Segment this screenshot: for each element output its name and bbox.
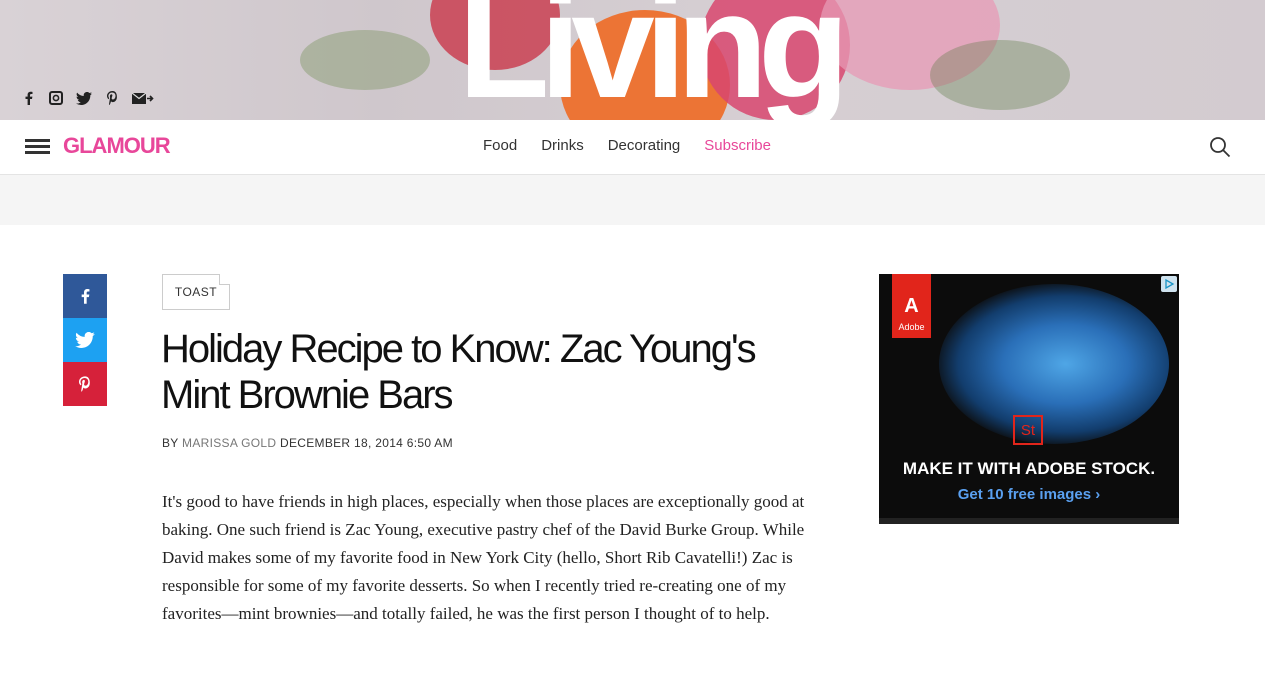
share-facebook-button[interactable] <box>63 274 107 318</box>
living-title: Living <box>458 0 850 120</box>
stock-icon: St <box>1013 415 1043 445</box>
category-tag[interactable]: TOAST <box>162 274 230 310</box>
search-icon[interactable] <box>1208 135 1232 159</box>
share-twitter-button[interactable] <box>63 318 107 362</box>
social-links <box>20 90 154 106</box>
twitter-icon[interactable] <box>76 90 92 106</box>
leaf-decoration <box>300 30 430 90</box>
adobe-logo: A Adobe <box>892 274 931 338</box>
ad-placeholder-strip <box>0 175 1265 225</box>
top-nav: GLAMOUR Food Drinks Decorating Subscribe <box>0 120 1265 175</box>
nav-link-food[interactable]: Food <box>483 137 517 154</box>
nav-link-drinks[interactable]: Drinks <box>541 137 584 154</box>
article-body: It's good to have friends in high places… <box>162 492 805 623</box>
ad-cta[interactable]: Get 10 free images › <box>879 486 1179 503</box>
byline-prefix: BY <box>162 436 179 450</box>
twitter-icon <box>75 332 95 348</box>
nav-links: Food Drinks Decorating Subscribe <box>483 137 771 154</box>
adobe-stock-ad[interactable]: A Adobe St MAKE IT WITH ADOBE STOCK. Get… <box>879 274 1179 524</box>
ad-bottom-bar <box>879 518 1179 524</box>
author-link[interactable]: MARISSA GOLD <box>182 436 276 450</box>
facebook-icon <box>81 289 90 304</box>
nav-link-subscribe[interactable]: Subscribe <box>704 137 771 154</box>
pinterest-icon <box>79 376 90 392</box>
adobe-mark: A <box>904 295 919 317</box>
nav-link-decorating[interactable]: Decorating <box>608 137 681 154</box>
dancer-splash-image <box>939 284 1169 444</box>
instagram-icon[interactable] <box>48 90 64 106</box>
glamour-logo[interactable]: GLAMOUR <box>63 133 171 159</box>
article-headline: Holiday Recipe to Know: Zac Young's Mint… <box>161 327 757 417</box>
facebook-icon[interactable] <box>20 90 36 106</box>
share-buttons <box>63 274 107 406</box>
hero-banner: Living <box>0 0 1265 120</box>
email-icon[interactable] <box>132 90 154 106</box>
ad-headline: MAKE IT WITH ADOBE STOCK. <box>902 459 1156 478</box>
pinterest-icon[interactable] <box>104 90 120 106</box>
publish-date: DECEMBER 18, 2014 6:50 AM <box>279 436 453 450</box>
byline: BY MARISSA GOLD DECEMBER 18, 2014 6:50 A… <box>162 436 453 450</box>
share-pinterest-button[interactable] <box>63 362 107 406</box>
hamburger-menu-icon[interactable] <box>25 139 50 155</box>
adobe-logo-text: Adobe <box>898 322 925 332</box>
adchoices-icon[interactable] <box>1161 276 1177 292</box>
leaf-decoration <box>930 40 1070 110</box>
